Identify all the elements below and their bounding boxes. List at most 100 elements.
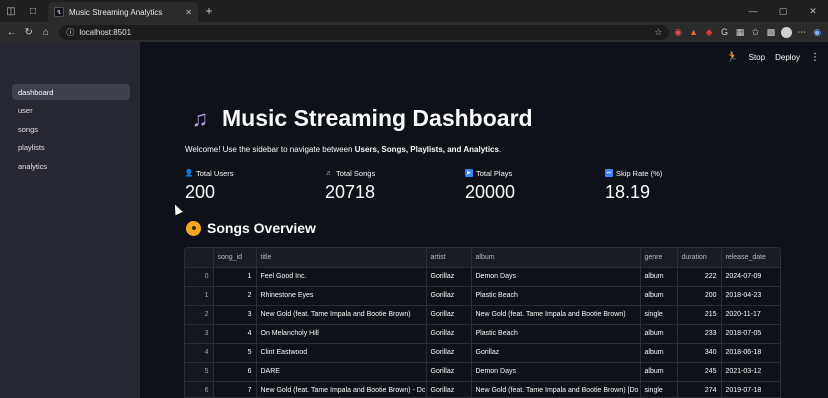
close-window-icon[interactable]: ✕ [798, 0, 828, 22]
table-cell[interactable]: 7 [213, 381, 257, 397]
favorite-star-icon[interactable]: ☆ [654, 27, 662, 38]
table-cell[interactable]: 3 [213, 305, 257, 325]
table-cell[interactable]: New Gold (feat. Tame Impala and Bootie B… [256, 381, 427, 397]
table-cell[interactable]: 2021-03-12 [721, 362, 780, 382]
table-cell[interactable]: Feel Good Inc. [256, 267, 427, 287]
table-cell[interactable]: Gorillaz [426, 305, 472, 325]
table-cell[interactable]: 2018-07-05 [721, 324, 780, 344]
refresh-icon[interactable]: ↻ [21, 23, 36, 41]
new-tab-icon[interactable]: + [200, 2, 218, 20]
column-header-title[interactable]: title [256, 248, 427, 268]
table-cell[interactable]: album [640, 267, 678, 287]
more-options-icon[interactable]: ⋯ [795, 24, 808, 40]
row-index[interactable]: 2 [185, 305, 214, 325]
table-row[interactable]: 1 2 Rhinestone Eyes Gorillaz Plastic Beach al… [185, 286, 780, 306]
split-screen-icon[interactable]: ▦ [733, 24, 746, 40]
extension-g-icon[interactable]: G [718, 24, 731, 40]
table-cell[interactable]: 222 [677, 267, 722, 287]
table-row[interactable]: 3 4 On Melancholy Hill Gorillaz Plastic Beac… [185, 324, 780, 344]
stop-button[interactable]: Stop [749, 53, 765, 62]
sidebar-item-user[interactable]: user [12, 103, 130, 119]
address-bar[interactable]: ⓘ localhost:8501 ☆ [59, 24, 670, 40]
table-cell[interactable]: 5 [213, 343, 257, 363]
minimize-icon[interactable]: — [738, 0, 768, 22]
table-cell[interactable]: 215 [677, 305, 722, 325]
column-header-duration[interactable]: duration [677, 248, 722, 268]
table-cell[interactable]: Plastic Beach [471, 286, 641, 306]
column-header-song_id[interactable]: song_id [213, 248, 257, 268]
row-index[interactable]: 3 [185, 324, 214, 344]
table-cell[interactable]: 6 [213, 362, 257, 382]
table-cell[interactable]: 245 [677, 362, 722, 382]
deploy-button[interactable]: Deploy [775, 53, 800, 62]
row-index[interactable]: 6 [185, 381, 214, 397]
table-cell[interactable]: 2018-04-23 [721, 286, 780, 306]
table-cell[interactable]: Gorillaz [471, 343, 641, 363]
table-cell[interactable]: Gorillaz [426, 324, 472, 344]
favorites-icon[interactable]: ✩ [749, 24, 762, 40]
sidebar-item-songs[interactable]: songs [12, 121, 130, 137]
maximize-icon[interactable]: ▢ [768, 0, 798, 22]
table-row[interactable]: 2 3 New Gold (feat. Tame Impala and Bootie… [185, 305, 780, 325]
table-cell[interactable]: 2 [213, 286, 257, 306]
extension-red-icon[interactable]: ◆ [702, 24, 715, 40]
column-header-release_date[interactable]: release_date [721, 248, 780, 268]
table-cell[interactable]: Gorillaz [426, 267, 472, 287]
songs-dataframe[interactable]: song_id title artist album genre duration rele… [184, 247, 781, 398]
table-row[interactable]: 0 1 Feel Good Inc. Gorillaz Demon Days album 2… [185, 267, 780, 287]
table-cell[interactable]: 2019-07-18 [721, 381, 780, 397]
main-menu-icon[interactable]: ⋮ [810, 52, 820, 63]
index-column-header[interactable] [185, 248, 214, 268]
copilot-icon[interactable]: ◉ [811, 24, 824, 40]
profile-avatar[interactable] [780, 24, 793, 40]
table-cell[interactable]: Plastic Beach [471, 324, 641, 344]
table-cell[interactable]: 2018-06-18 [721, 343, 780, 363]
table-cell[interactable]: Gorillaz [426, 362, 472, 382]
table-cell[interactable]: 1 [213, 267, 257, 287]
table-row[interactable]: 5 6 DARE Gorillaz Demon Days album 245 2021-03-… [185, 362, 780, 382]
table-cell[interactable]: New Gold (feat. Tame Impala and Bootie B… [471, 305, 641, 325]
table-cell[interactable]: 274 [677, 381, 722, 397]
table-cell[interactable]: single [640, 305, 678, 325]
table-cell[interactable]: 200 [677, 286, 722, 306]
table-row[interactable]: 6 7 New Gold (feat. Tame Impala and Bootie… [185, 381, 780, 397]
close-tab-icon[interactable]: ✕ [185, 8, 192, 17]
row-index[interactable]: 5 [185, 362, 214, 382]
sidebar-item-dashboard[interactable]: dashboard [12, 84, 130, 100]
workspaces-icon[interactable]: ◫ [0, 0, 22, 22]
table-cell[interactable]: album [640, 343, 678, 363]
column-header-genre[interactable]: genre [640, 248, 678, 268]
table-cell[interactable]: New Gold (feat. Tame Impala and Bootie B… [471, 381, 641, 397]
table-cell[interactable]: 340 [677, 343, 722, 363]
column-header-artist[interactable]: artist [426, 248, 472, 268]
table-cell[interactable]: album [640, 362, 678, 382]
table-row[interactable]: 4 5 Clint Eastwood Gorillaz Gorillaz album 340… [185, 343, 780, 363]
row-index[interactable]: 1 [185, 286, 214, 306]
browser-tab[interactable]: ↯ Music Streaming Analytics ✕ [48, 2, 198, 22]
home-icon[interactable]: ⌂ [38, 23, 53, 41]
table-cell[interactable]: single [640, 381, 678, 397]
column-header-album[interactable]: album [471, 248, 641, 268]
back-icon[interactable]: ← [4, 23, 19, 41]
table-cell[interactable]: Demon Days [471, 362, 641, 382]
table-cell[interactable]: album [640, 324, 678, 344]
table-cell[interactable]: Gorillaz [426, 286, 472, 306]
sidebar-item-analytics[interactable]: analytics [12, 158, 130, 174]
table-cell[interactable]: 2024-07-09 [721, 267, 780, 287]
table-cell[interactable]: 2020-11-17 [721, 305, 780, 325]
sidebar-item-playlists[interactable]: playlists [12, 140, 130, 156]
extension-fox-icon[interactable]: ▲ [687, 24, 700, 40]
extension-record-icon[interactable]: ◉ [671, 24, 684, 40]
row-index[interactable]: 4 [185, 343, 214, 363]
table-cell[interactable]: Gorillaz [426, 381, 472, 397]
table-cell[interactable]: Rhinestone Eyes [256, 286, 427, 306]
table-cell[interactable]: New Gold (feat. Tame Impala and Bootie B… [256, 305, 427, 325]
table-cell[interactable]: Clint Eastwood [256, 343, 427, 363]
collections-icon[interactable]: ▩ [764, 24, 777, 40]
row-index[interactable]: 0 [185, 267, 214, 287]
site-info-icon[interactable]: ⓘ [66, 27, 74, 38]
table-cell[interactable]: 233 [677, 324, 722, 344]
tab-actions-icon[interactable]: □ [22, 0, 44, 22]
table-cell[interactable]: 4 [213, 324, 257, 344]
table-cell[interactable]: Gorillaz [426, 343, 472, 363]
